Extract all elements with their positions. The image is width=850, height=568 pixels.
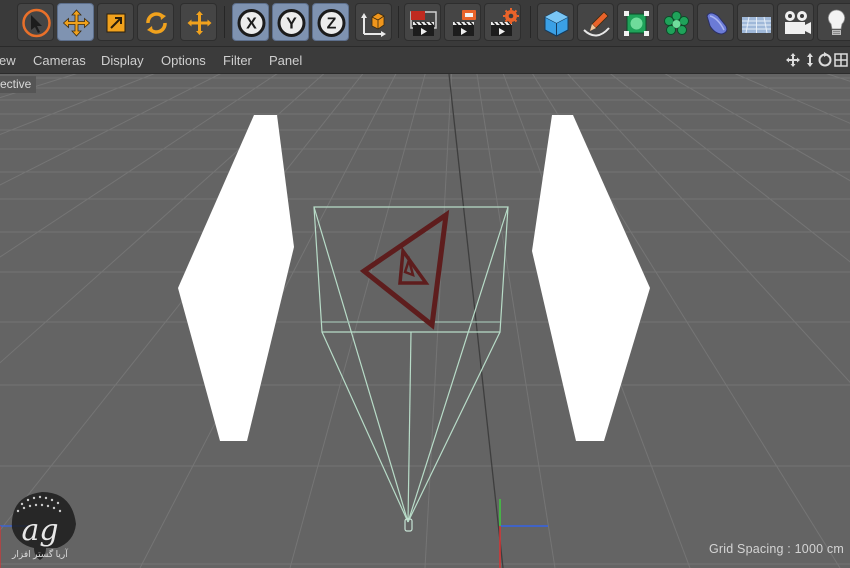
viewport-nav-controls: [786, 52, 848, 67]
cloner-icon[interactable]: [657, 3, 694, 41]
y-axis-icon[interactable]: Y: [272, 3, 309, 41]
grid-spacing-readout: Grid Spacing : 1000 cm: [708, 542, 844, 556]
menu-options[interactable]: Options: [161, 53, 206, 68]
light-icon[interactable]: [817, 3, 850, 41]
rotate-icon[interactable]: [137, 3, 174, 41]
render-view-icon[interactable]: [404, 3, 441, 41]
scale-icon[interactable]: [97, 3, 134, 41]
rotate-view-icon[interactable]: [818, 52, 832, 67]
z-axis-label: Z: [327, 16, 337, 33]
coordinate-system-icon[interactable]: [355, 3, 392, 41]
camera-icon[interactable]: [777, 3, 814, 41]
menu-view[interactable]: ew: [0, 53, 16, 68]
watermark-logo: ag آریا گستر افزار: [2, 484, 92, 566]
pen-spline-icon[interactable]: [577, 3, 614, 41]
viewport-scene: [0, 74, 850, 568]
viewport-view-label: ective: [0, 76, 37, 93]
menu-panel[interactable]: Panel: [269, 53, 302, 68]
deformer-icon[interactable]: [697, 3, 734, 41]
menu-cameras[interactable]: Cameras: [33, 53, 86, 68]
z-axis-icon[interactable]: Z: [312, 3, 349, 41]
watermark-logo-text: ag: [21, 513, 58, 548]
render-settings-icon[interactable]: [484, 3, 521, 41]
y-axis-label: Y: [286, 16, 297, 33]
select-arrow-icon[interactable]: [17, 3, 54, 41]
cube-icon[interactable]: [537, 3, 574, 41]
move-icon[interactable]: [57, 3, 94, 41]
floor-icon[interactable]: [737, 3, 774, 41]
subdivision-icon[interactable]: [617, 3, 654, 41]
viewport-menu-bar: ew Cameras Display Options Filter Panel: [0, 47, 850, 74]
toggle-layout-icon[interactable]: [834, 53, 848, 67]
zoom-view-icon[interactable]: [807, 53, 813, 67]
move-combo-icon[interactable]: [180, 3, 217, 41]
x-axis-icon[interactable]: X: [232, 3, 269, 41]
perspective-viewport[interactable]: ective Grid Spacing : 1000 cm ag آریا گس…: [0, 74, 850, 568]
render-picture-viewer-icon[interactable]: [444, 3, 481, 41]
watermark-text: آریا گستر افزار: [12, 549, 68, 559]
main-toolbar: X Y Z: [0, 0, 850, 47]
pan-view-icon[interactable]: [786, 53, 800, 67]
menu-filter[interactable]: Filter: [223, 53, 252, 68]
menu-display[interactable]: Display: [101, 53, 144, 68]
x-axis-label: X: [246, 16, 257, 33]
